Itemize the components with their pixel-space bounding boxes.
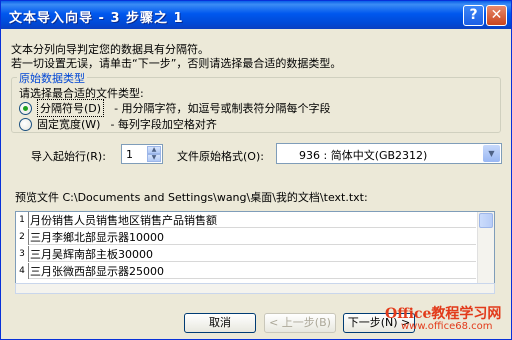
radio-delimited-desc: - 用分隔字符，如逗号或制表符分隔每个字段 [114, 102, 331, 115]
spin-down-icon[interactable]: ▼ [147, 154, 161, 162]
preview-row: 2 三月李鄉北部显示器10000 [16, 228, 476, 245]
preview-vertical-scrollbar[interactable] [477, 212, 494, 290]
preview-panel[interactable]: 1 月份销售人员销售地区销售产品销售额 2 三月李鄉北部显示器10000 3 三… [15, 211, 495, 291]
watermark-url: www.office68.com [401, 321, 493, 332]
preview-row: 4 三月张微西部显示器25000 [16, 262, 476, 279]
radio-fixed-width-button[interactable] [19, 117, 32, 131]
close-button[interactable]: ✕ [486, 5, 507, 26]
row-text: 三月张微西部显示器25000 [30, 264, 164, 278]
intro-line-2: 若一切设置无误，请单击“下一步”，否则请选择最合适的数据类型。 [11, 57, 342, 70]
preview-label: 预览文件 C:\Documents and Settings\wang\桌面\我… [15, 191, 368, 204]
row-number: 2 [16, 228, 29, 245]
radio-fixed-width[interactable]: 固定宽度(W) - 每列字段加空格对齐 [19, 117, 217, 131]
radio-delimited-label[interactable]: 分隔符号(D) [37, 99, 105, 117]
row-number: 3 [16, 245, 29, 262]
radio-delimited-button[interactable] [19, 101, 32, 115]
file-origin-value: 936 : 简体中文(GB2312) [299, 149, 428, 162]
row-text: 月份销售人员销售地区销售产品销售额 [30, 213, 217, 227]
data-type-legend: 原始数据类型 [17, 70, 87, 86]
row-text: 三月吴辉南部主板30000 [30, 247, 153, 261]
start-row-spinner[interactable]: 1 ▲ ▼ [121, 144, 163, 164]
preview-row: 3 三月吴辉南部主板30000 [16, 245, 476, 262]
window-title: 文本导入向导 - 3 步骤之 1 [9, 11, 184, 26]
row-number: 1 [16, 212, 29, 228]
cancel-button[interactable]: 取消 [184, 313, 256, 333]
watermark-title: Office教程学习网 [385, 306, 502, 322]
radio-fixed-width-desc: - 每列字段加空格对齐 [110, 118, 217, 131]
back-button[interactable]: < 上一步(B) [264, 313, 336, 333]
radio-fixed-width-label[interactable]: 固定宽度(W) [37, 116, 100, 132]
start-row-value[interactable]: 1 [126, 148, 133, 161]
text-import-wizard-dialog: 文本导入向导 - 3 步骤之 1 ? ✕ 文本分列向导判定您的数据具有分隔符。 … [0, 0, 512, 340]
row-text: 三月李鄉北部显示器10000 [30, 230, 164, 244]
preview-row: 1 月份销售人员销售地区销售产品销售额 [16, 212, 476, 228]
help-button[interactable]: ? [463, 5, 484, 26]
scroll-thumb[interactable] [479, 213, 493, 228]
file-origin-label: 文件原始格式(O): [177, 150, 264, 163]
file-origin-select[interactable]: 936 : 简体中文(GB2312) ▼ [276, 143, 502, 164]
title-bar[interactable]: 文本导入向导 - 3 步骤之 1 ? ✕ [1, 1, 511, 29]
preview-horizontal-scrollbar[interactable] [15, 283, 495, 294]
start-row-label: 导入起始行(R): [31, 150, 106, 163]
spin-up-icon[interactable]: ▲ [147, 146, 161, 154]
row-number: 4 [16, 262, 29, 279]
chevron-down-icon[interactable]: ▼ [483, 145, 500, 162]
radio-delimited[interactable]: 分隔符号(D) - 用分隔字符，如逗号或制表符分隔每个字段 [19, 99, 331, 117]
